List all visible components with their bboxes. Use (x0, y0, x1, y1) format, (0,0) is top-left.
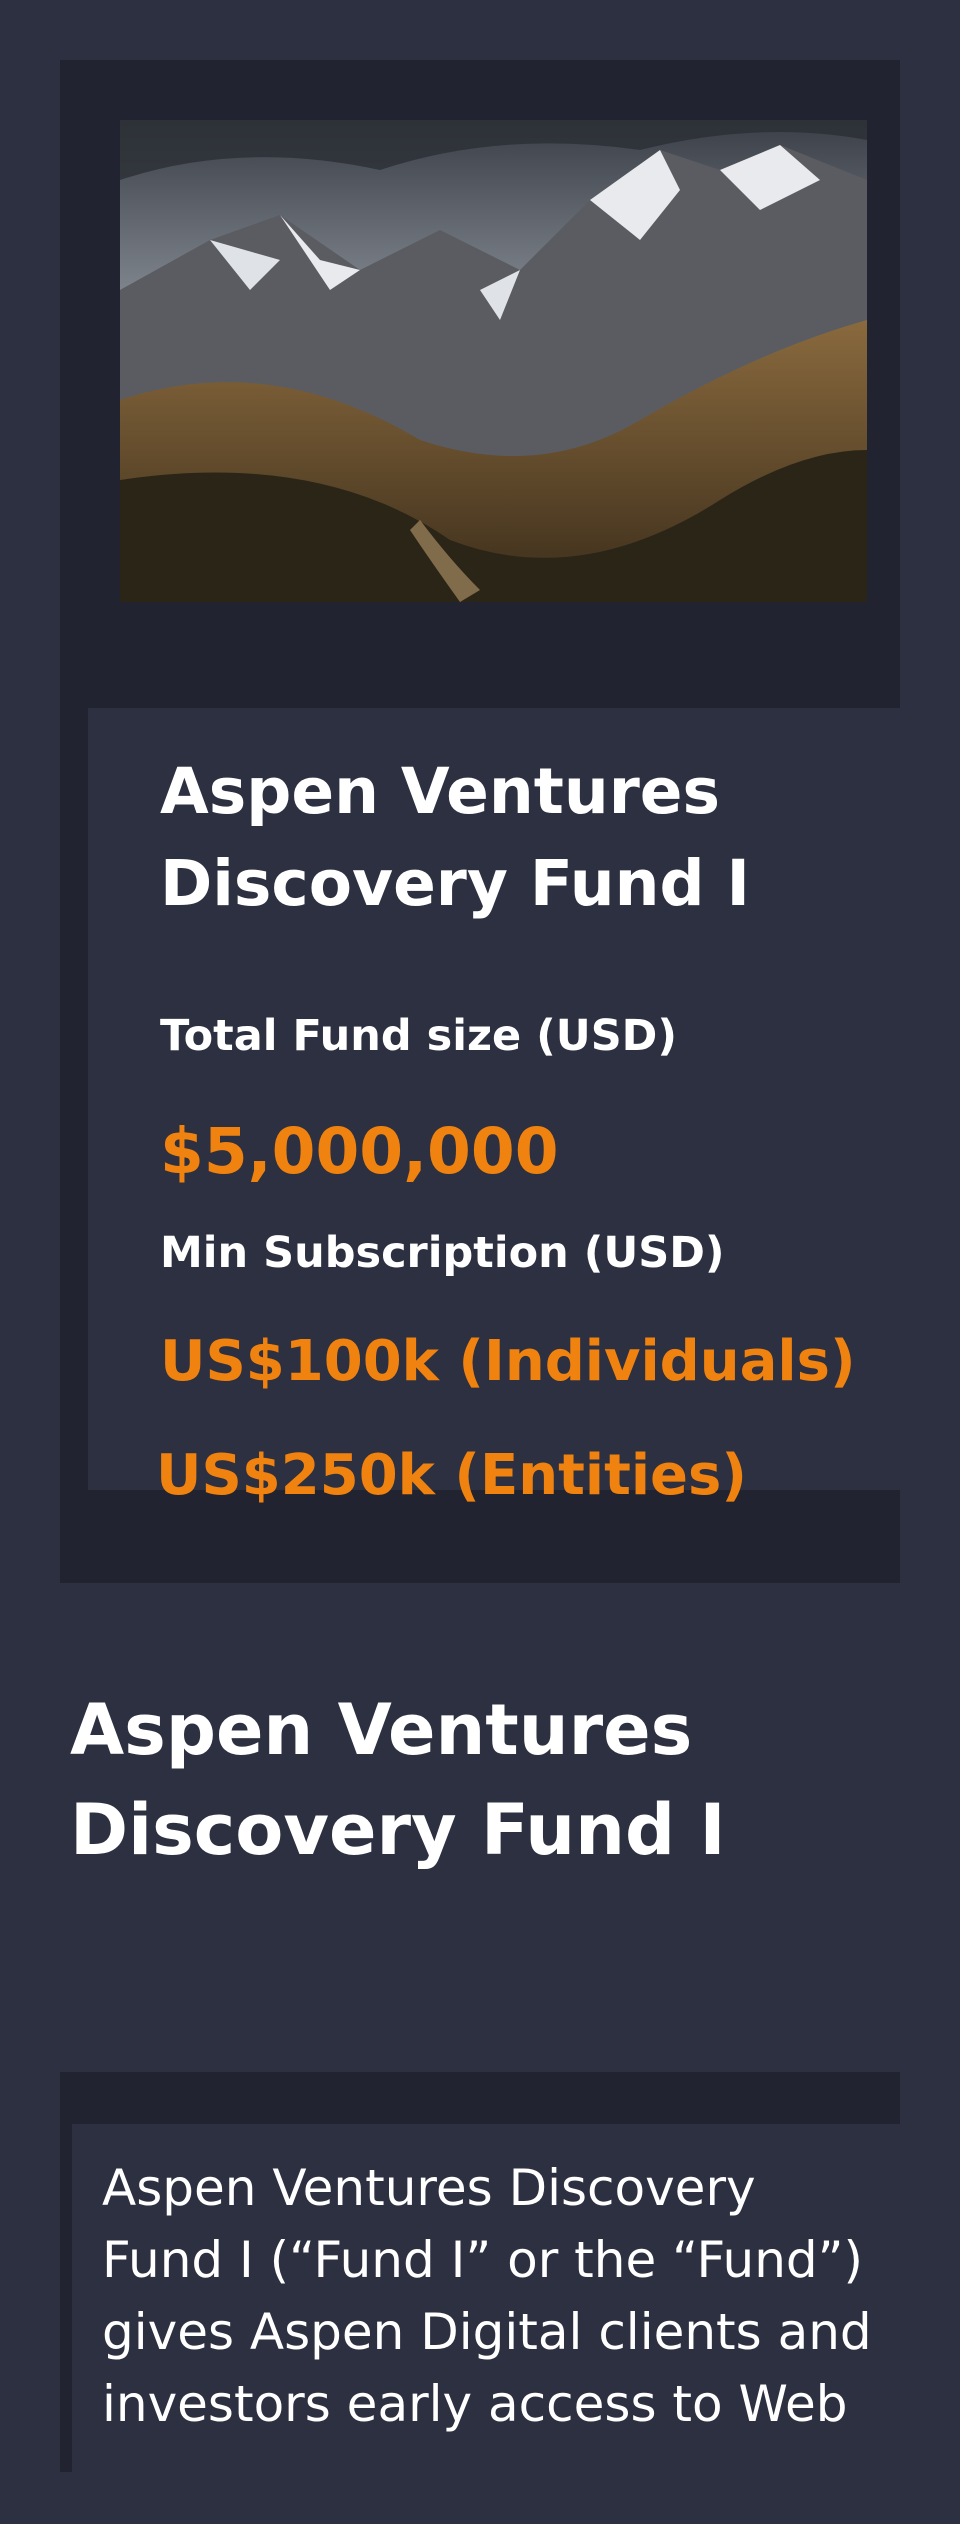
fund-info-panel: Aspen Ventures Discovery Fund I Total Fu… (88, 708, 900, 1508)
description-card: Aspen Ventures Discovery Fund I (“Fund I… (60, 2072, 900, 2524)
fund-card-title[interactable]: Aspen Ventures Discovery Fund I (160, 746, 860, 930)
fund-size-label: Total Fund size (USD) (160, 1011, 678, 1061)
fund-card[interactable]: Aspen Ventures Discovery Fund I Total Fu… (60, 60, 900, 1583)
fund-size-value: $5,000,000 (160, 1115, 559, 1188)
min-subscription-entities: US$250k (Entities) (156, 1443, 747, 1508)
section-title: Aspen Ventures Discovery Fund I (70, 1689, 726, 1871)
mountain-landscape-image (120, 120, 867, 602)
fund-hero-image (120, 120, 867, 602)
description-panel: Aspen Ventures Discovery Fund I (“Fund I… (72, 2124, 900, 2524)
min-subscription-individuals: US$100k (Individuals) (160, 1329, 856, 1394)
fund-description: Aspen Ventures Discovery Fund I (“Fund I… (102, 2159, 872, 2433)
min-subscription-label: Min Subscription (USD) (160, 1228, 725, 1278)
